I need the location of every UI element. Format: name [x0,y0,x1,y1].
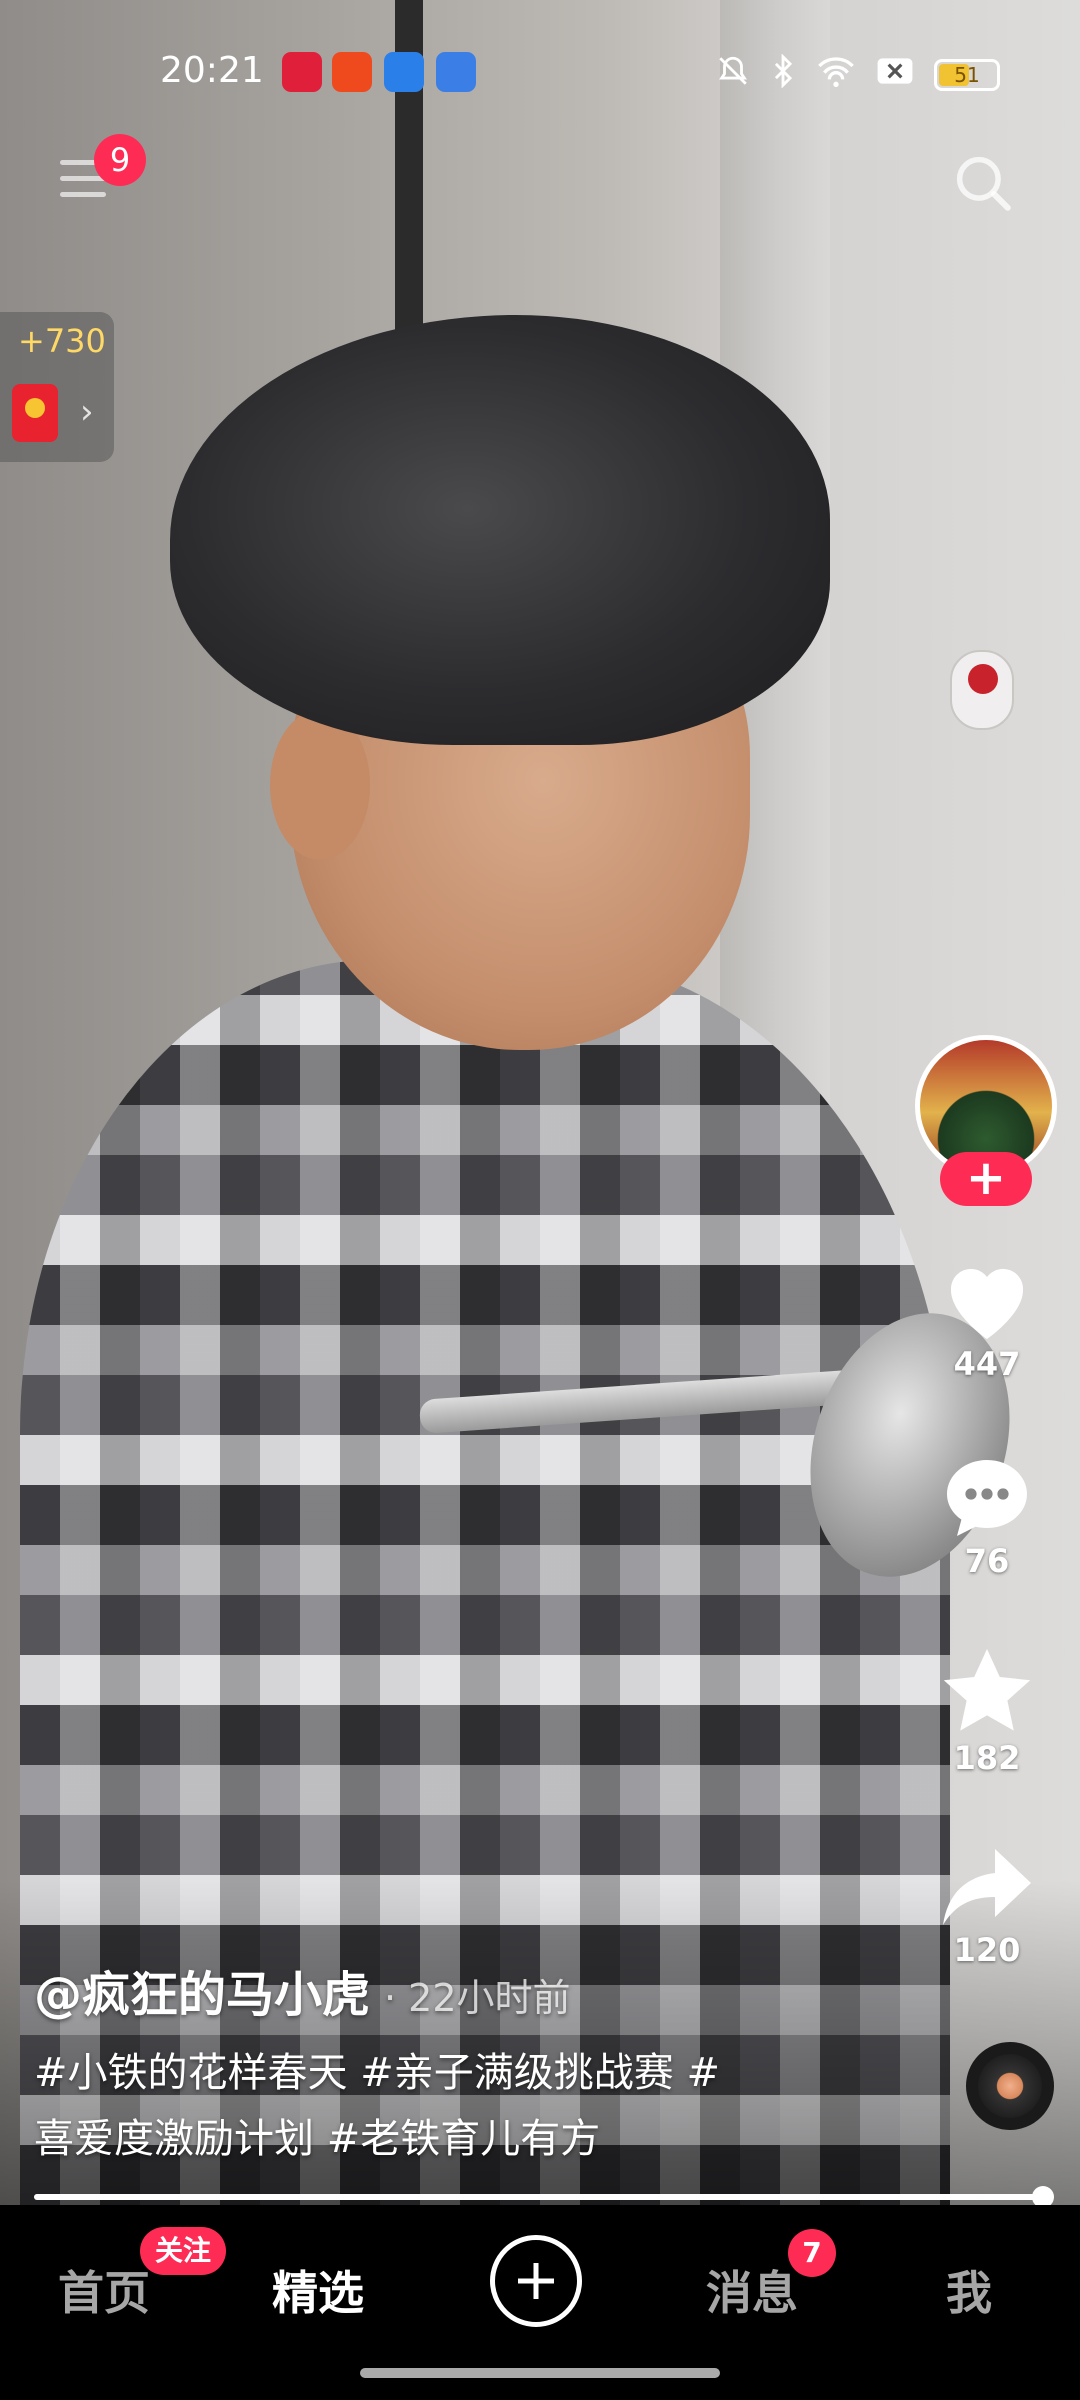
messages-badge: 7 [788,2229,836,2277]
sim-off-icon [876,56,914,94]
caption-line: #小铁的花样春天 #亲子满级挑战赛 # [34,2050,720,2096]
red-packet-reward-widget[interactable]: +730 › [0,312,114,462]
follow-badge: 关注 [140,2227,226,2275]
create-post-button[interactable] [490,2235,582,2327]
star-icon [943,1649,1031,1731]
video-app-icon [332,52,372,92]
nav-home[interactable]: 首页 [58,2257,150,2323]
progress-fill [34,2194,1044,2200]
wall-sticker [950,650,1014,730]
status-bar: 20:21 51 [0,40,1080,104]
follow-button[interactable]: + [940,1152,1032,1206]
author-name[interactable]: @疯狂的马小虎 [34,1967,370,2023]
caption-line: 喜爱度激励计划 #老铁育儿有方 [34,2116,601,2162]
status-time: 20:21 [160,50,264,91]
video-progress-bar[interactable] [34,2186,1054,2208]
nav-me[interactable]: 我 [946,2257,992,2323]
battery-indicator: 51 [934,59,1000,91]
heart-icon [950,1268,1024,1339]
battery-level: 51 [954,63,980,87]
comment-count: 76 [964,1542,1010,1580]
nav-featured[interactable]: 精选 [272,2257,364,2323]
search-button[interactable] [950,150,1016,216]
music-disc-icon[interactable] [966,2042,1054,2130]
share-button[interactable]: 120 [932,1845,1042,1969]
chevron-right-icon: › [80,392,94,432]
video-subject-hair [170,315,830,745]
browser-app-icon [384,52,424,92]
like-button[interactable]: 447 [932,1255,1042,1383]
share-icon [943,1849,1031,1925]
menu-notification-badge: 9 [94,134,146,186]
search-icon [956,156,1011,211]
bluetooth-icon [770,53,796,96]
red-packet-icon [12,384,58,442]
nav-messages[interactable]: 消息 [706,2257,798,2323]
wifi-icon [816,54,856,96]
favorite-count: 182 [953,1739,1021,1777]
cloud-app-icon [436,52,476,92]
comment-button[interactable]: 76 [932,1452,1042,1580]
comment-icon [947,1460,1027,1536]
reward-amount: +730 [18,322,106,360]
favorite-button[interactable]: 182 [932,1645,1042,1777]
home-indicator[interactable] [360,2368,720,2378]
kuaishou-lite-icon [282,52,322,92]
share-count: 120 [953,1931,1021,1969]
author-line: @疯狂的马小虎 · 22小时前 [34,1955,571,2025]
bell-off-icon [716,54,750,96]
post-time: · 22小时前 [384,1976,571,2020]
like-count: 447 [953,1345,1021,1383]
post-caption[interactable]: #小铁的花样春天 #亲子满级挑战赛 # 喜爱度激励计划 #老铁育儿有方 [34,2040,794,2172]
